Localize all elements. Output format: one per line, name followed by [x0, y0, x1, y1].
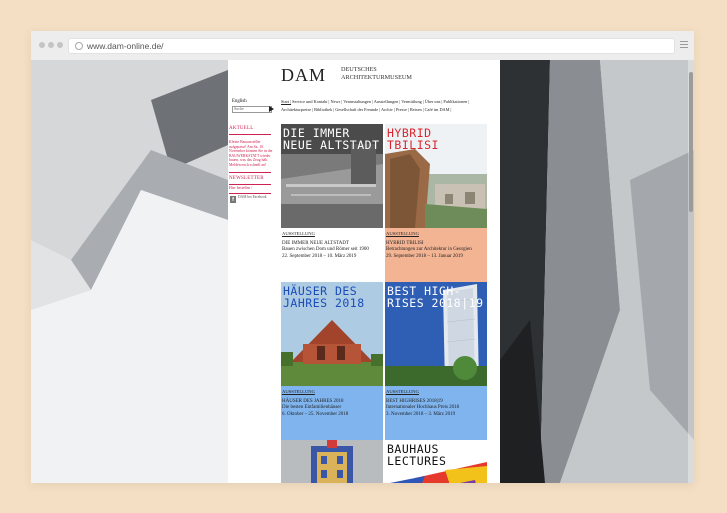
search-placeholder: Suche [234, 106, 244, 111]
background-photo-left [31, 60, 228, 483]
tile-title: DIE IMMER NEUE ALTSTADT [283, 126, 380, 152]
tile-caption: AUSSTELLUNG DIE IMMER NEUE ALTSTADT Baue… [281, 228, 383, 282]
divider [229, 193, 271, 194]
nav-item[interactable]: Architekturpreise | [281, 107, 313, 112]
tile-category[interactable]: AUSSTELLUNG [282, 231, 315, 236]
background-photo-right [500, 60, 694, 483]
exhibition-image: HYBRID TBILISI [385, 124, 487, 228]
logo-line: ARCHITEKTURMUSEUM [341, 73, 412, 81]
caption-line: Bauen zwischen Dom und Römer seit 1900 [282, 247, 369, 253]
language-link[interactable]: English [232, 99, 247, 104]
exhibition-tile[interactable]: BEST HIGH-RISES 2018|19 AUSSTELLUNG BEST… [385, 282, 487, 440]
page-viewport: DAM DEUTSCHES ARCHITEKTURMUSEUM English … [31, 60, 694, 483]
divider [229, 184, 271, 185]
exhibition-image [281, 440, 383, 483]
reload-icon[interactable] [75, 42, 83, 50]
exhibition-image: HÄUSER DES JAHRES 2018 [281, 282, 383, 386]
window-dot-icon[interactable] [39, 42, 45, 48]
nav-item[interactable]: Vermittlung | [401, 99, 423, 104]
aktuell-text[interactable]: Kleine Bauaussteller aufgepasst! Am Sa. … [229, 140, 273, 168]
website-content: DAM DEUTSCHES ARCHITEKTURMUSEUM English … [228, 60, 500, 483]
facebook-icon[interactable]: f [230, 196, 236, 203]
main-navigation: Start | Service und Kontakt | News | Ver… [281, 98, 496, 114]
address-bar[interactable]: www.dam-online.de/ [68, 38, 675, 54]
nav-item[interactable]: Café im DAM | [425, 107, 452, 112]
exhibition-image: BEST HIGH-RISES 2018|19 [385, 282, 487, 386]
tile-category[interactable]: AUSSTELLUNG [282, 389, 315, 394]
exhibition-tile[interactable]: BAUHAUS LECTURES [385, 440, 487, 483]
exhibition-image: DIE IMMER NEUE ALTSTADT [281, 124, 383, 228]
browser-window: www.dam-online.de/ DAM DEUTSCHES ARCHITE… [31, 31, 694, 483]
nav-item[interactable]: Ausstellungen | [374, 99, 401, 104]
facebook-link[interactable]: DAM bei Facebook [238, 195, 268, 199]
window-dot-icon[interactable] [57, 42, 63, 48]
site-logo[interactable]: DAM [281, 66, 326, 84]
menu-icon[interactable] [680, 41, 688, 50]
tile-caption-text: BEST HIGHRISES 2018|19 Internationaler H… [386, 399, 485, 418]
tile-caption: AUSSTELLUNG HYBRID TBILISI Betrachtungen… [385, 228, 487, 282]
exhibition-image: BAUHAUS LECTURES [385, 440, 487, 483]
tile-category[interactable]: AUSSTELLUNG [386, 231, 419, 236]
newsletter-heading: NEWSLETTER [229, 176, 264, 181]
nav-item[interactable]: Presse | [396, 107, 409, 112]
tile-title: HÄUSER DES JAHRES 2018 [283, 284, 365, 310]
window-dot-icon[interactable] [48, 42, 54, 48]
nav-item[interactable]: Gesellschaft der Freunde | [335, 107, 380, 112]
browser-toolbar: www.dam-online.de/ [31, 31, 694, 61]
exhibition-tile[interactable] [281, 440, 383, 483]
tile-title: BEST HIGH-RISES 2018|19 [387, 284, 484, 310]
tile-caption: AUSSTELLUNG BEST HIGHRISES 2018|19 Inter… [385, 386, 487, 440]
exhibition-tile[interactable]: HÄUSER DES JAHRES 2018 AUSSTELLUNG HÄUSE… [281, 282, 383, 440]
caption-line: 6. Oktober – 25. November 2018 [282, 411, 349, 417]
caption-line: Betrachtungen zur Architektur in Georgie… [386, 247, 472, 253]
nav-item[interactable]: Service und Kontakt | [292, 99, 329, 104]
exhibition-tile[interactable]: HYBRID TBILISI AUSSTELLUNG HYBRID TBILIS… [385, 124, 487, 282]
nav-item[interactable]: Start | [281, 99, 291, 104]
exhibition-tile[interactable]: DIE IMMER NEUE ALTSTADT AUSSTELLUNG DIE … [281, 124, 383, 282]
caption-line: 29. September 2018 – 13. Januar 2019 [386, 253, 463, 259]
nav-item[interactable]: News | [330, 99, 342, 104]
tile-caption: AUSSTELLUNG HÄUSER DES JAHRES 2018 Die b… [281, 386, 383, 440]
search-submit-icon[interactable] [269, 106, 274, 112]
tile-caption-text: HÄUSER DES JAHRES 2018 Die besten Einfam… [282, 399, 381, 418]
nav-item[interactable]: Archiv | [381, 107, 395, 112]
scrollbar[interactable] [688, 60, 694, 483]
logo-line: DEUTSCHES [341, 66, 377, 73]
divider [229, 172, 271, 173]
nav-item[interactable]: Über uns | [425, 99, 443, 104]
nav-item[interactable]: Veranstaltungen | [343, 99, 373, 104]
caption-line: 22. September 2018 – 10. März 2019 [282, 253, 357, 259]
search-input[interactable]: Suche [232, 106, 274, 113]
divider [229, 134, 271, 135]
nav-item[interactable]: Reisen | [410, 107, 424, 112]
scroll-thumb[interactable] [689, 72, 693, 212]
nav-item[interactable]: Bibliothek | [314, 107, 334, 112]
newsletter-link[interactable]: Hier bestellen / [229, 186, 273, 191]
address-text: www.dam-online.de/ [87, 41, 164, 51]
site-logo-text: DEUTSCHES ARCHITEKTURMUSEUM [341, 66, 412, 81]
tile-caption-text: DIE IMMER NEUE ALTSTADT Bauen zwischen D… [282, 241, 381, 260]
tile-caption-text: HYBRID TBILISI Betrachtungen zur Archite… [386, 241, 485, 260]
tile-category[interactable]: AUSSTELLUNG [386, 389, 419, 394]
nav-item[interactable]: Publikationen | [443, 99, 469, 104]
tile-title: BAUHAUS LECTURES [387, 442, 447, 468]
aktuell-heading: AKTUELL [229, 126, 254, 131]
tile-title: HYBRID TBILISI [387, 126, 439, 152]
caption-line: 3. November 2018 – 3. März 2019 [386, 411, 456, 417]
